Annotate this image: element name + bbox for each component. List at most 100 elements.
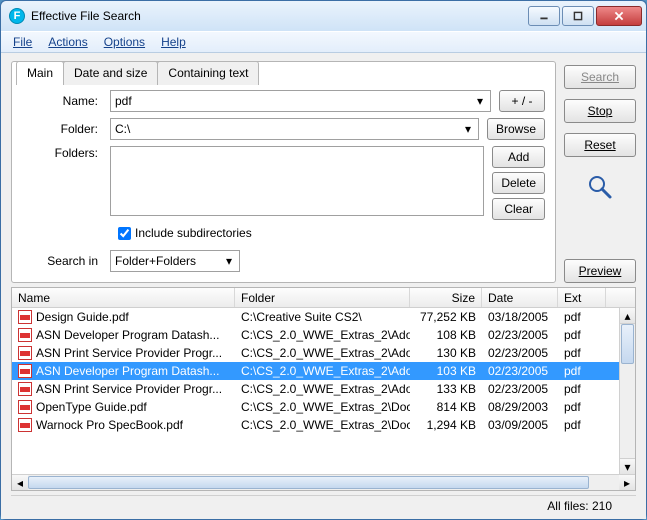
- menu-help[interactable]: Help: [155, 33, 192, 51]
- pdf-icon: [18, 364, 32, 378]
- results-body[interactable]: Design Guide.pdfC:\Creative Suite CS2\77…: [12, 308, 635, 474]
- pdf-icon: [18, 400, 32, 414]
- col-folder[interactable]: Folder: [235, 288, 410, 307]
- menu-file[interactable]: File: [7, 33, 38, 51]
- cell-date: 02/23/2005: [482, 346, 558, 360]
- pdf-icon: [18, 418, 32, 432]
- stop-button[interactable]: Stop: [564, 99, 636, 123]
- cell-folder: C:\Creative Suite CS2\: [235, 310, 410, 324]
- app-window: F Effective File Search File Actions Opt…: [0, 0, 647, 520]
- include-subdirs-label: Include subdirectories: [135, 226, 252, 240]
- searchin-value: Folder+Folders: [115, 254, 196, 268]
- cell-name: ASN Print Service Provider Progr...: [12, 346, 235, 360]
- add-button[interactable]: Add: [492, 146, 545, 168]
- reset-button[interactable]: Reset: [564, 133, 636, 157]
- chevron-down-icon[interactable]: ▾: [460, 121, 476, 137]
- close-button[interactable]: [596, 6, 642, 26]
- cell-size: 108 KB: [410, 328, 482, 342]
- cell-date: 02/23/2005: [482, 328, 558, 342]
- folders-label: Folders:: [22, 146, 102, 160]
- cell-date: 02/23/2005: [482, 364, 558, 378]
- titlebar: F Effective File Search: [1, 1, 646, 31]
- browse-button[interactable]: Browse: [487, 118, 545, 140]
- vertical-scrollbar[interactable]: ▴ ▾: [619, 308, 635, 474]
- scroll-thumb[interactable]: [621, 324, 634, 364]
- cell-size: 814 KB: [410, 400, 482, 414]
- cell-size: 1,294 KB: [410, 418, 482, 432]
- cell-date: 08/29/2003: [482, 400, 558, 414]
- cell-ext: pdf: [558, 382, 606, 396]
- table-row[interactable]: ASN Developer Program Datash...C:\CS_2.0…: [12, 326, 635, 344]
- cell-name: ASN Developer Program Datash...: [12, 328, 235, 342]
- table-row[interactable]: ASN Print Service Provider Progr...C:\CS…: [12, 380, 635, 398]
- pdf-icon: [18, 310, 32, 324]
- include-subdirs-checkbox[interactable]: [118, 227, 131, 240]
- cell-folder: C:\CS_2.0_WWE_Extras_2\Ado...: [235, 364, 410, 378]
- search-panel: Main Date and size Containing text Name:…: [11, 61, 556, 283]
- cell-name: OpenType Guide.pdf: [12, 400, 235, 414]
- window-title: Effective File Search: [31, 9, 528, 23]
- table-row[interactable]: Design Guide.pdfC:\Creative Suite CS2\77…: [12, 308, 635, 326]
- cell-date: 03/18/2005: [482, 310, 558, 324]
- cell-ext: pdf: [558, 328, 606, 342]
- action-column: Search Stop Reset Preview: [564, 61, 636, 283]
- search-button[interactable]: Search: [564, 65, 636, 89]
- chevron-down-icon[interactable]: ▾: [472, 93, 488, 109]
- table-row[interactable]: OpenType Guide.pdfC:\CS_2.0_WWE_Extras_2…: [12, 398, 635, 416]
- col-ext[interactable]: Ext: [558, 288, 606, 307]
- statusbar: All files: 210: [11, 495, 636, 515]
- folder-label: Folder:: [22, 122, 102, 136]
- table-row[interactable]: ASN Developer Program Datash...C:\CS_2.0…: [12, 362, 635, 380]
- folders-listbox[interactable]: [110, 146, 484, 216]
- searchin-label: Search in: [22, 254, 102, 268]
- cell-folder: C:\CS_2.0_WWE_Extras_2\Doc...: [235, 400, 410, 414]
- results-header: Name Folder Size Date Ext: [12, 288, 635, 308]
- cell-name: ASN Print Service Provider Progr...: [12, 382, 235, 396]
- scroll-right-icon[interactable]: ▸: [619, 475, 635, 490]
- client-area: Main Date and size Containing text Name:…: [1, 53, 646, 519]
- menu-options[interactable]: Options: [98, 33, 151, 51]
- status-count: All files: 210: [547, 499, 612, 513]
- clear-button[interactable]: Clear: [492, 198, 545, 220]
- cell-name: ASN Developer Program Datash...: [12, 364, 235, 378]
- table-row[interactable]: Warnock Pro SpecBook.pdfC:\CS_2.0_WWE_Ex…: [12, 416, 635, 434]
- folder-combo[interactable]: C:\ ▾: [110, 118, 479, 140]
- searchin-combo[interactable]: Folder+Folders ▾: [110, 250, 240, 272]
- horizontal-scrollbar[interactable]: ◂ ▸: [12, 474, 635, 490]
- cell-folder: C:\CS_2.0_WWE_Extras_2\Doc...: [235, 418, 410, 432]
- cell-folder: C:\CS_2.0_WWE_Extras_2\Ado...: [235, 382, 410, 396]
- cell-size: 130 KB: [410, 346, 482, 360]
- tab-date-size[interactable]: Date and size: [63, 61, 158, 85]
- pdf-icon: [18, 346, 32, 360]
- chevron-down-icon[interactable]: ▾: [221, 253, 237, 269]
- scroll-down-icon[interactable]: ▾: [620, 458, 635, 474]
- scroll-left-icon[interactable]: ◂: [12, 475, 28, 490]
- cell-date: 02/23/2005: [482, 382, 558, 396]
- results-list: Name Folder Size Date Ext Design Guide.p…: [11, 287, 636, 491]
- col-date[interactable]: Date: [482, 288, 558, 307]
- name-combo[interactable]: pdf ▾: [110, 90, 491, 112]
- folder-value: C:\: [115, 122, 130, 136]
- minimize-button[interactable]: [528, 6, 560, 26]
- col-name[interactable]: Name: [12, 288, 235, 307]
- plus-minus-button[interactable]: + / -: [499, 90, 545, 112]
- cell-name: Design Guide.pdf: [12, 310, 235, 324]
- preview-button[interactable]: Preview: [564, 259, 636, 283]
- table-row[interactable]: ASN Print Service Provider Progr...C:\CS…: [12, 344, 635, 362]
- pdf-icon: [18, 382, 32, 396]
- menu-actions[interactable]: Actions: [42, 33, 93, 51]
- scroll-up-icon[interactable]: ▴: [620, 308, 635, 324]
- maximize-button[interactable]: [562, 6, 594, 26]
- cell-size: 133 KB: [410, 382, 482, 396]
- tab-main[interactable]: Main: [16, 61, 64, 85]
- cell-date: 03/09/2005: [482, 418, 558, 432]
- tab-containing-text[interactable]: Containing text: [157, 61, 259, 85]
- delete-button[interactable]: Delete: [492, 172, 545, 194]
- cell-ext: pdf: [558, 418, 606, 432]
- cell-size: 103 KB: [410, 364, 482, 378]
- hscroll-thumb[interactable]: [28, 476, 589, 489]
- app-icon: F: [9, 8, 25, 24]
- cell-folder: C:\CS_2.0_WWE_Extras_2\Ado...: [235, 328, 410, 342]
- cell-ext: pdf: [558, 364, 606, 378]
- col-size[interactable]: Size: [410, 288, 482, 307]
